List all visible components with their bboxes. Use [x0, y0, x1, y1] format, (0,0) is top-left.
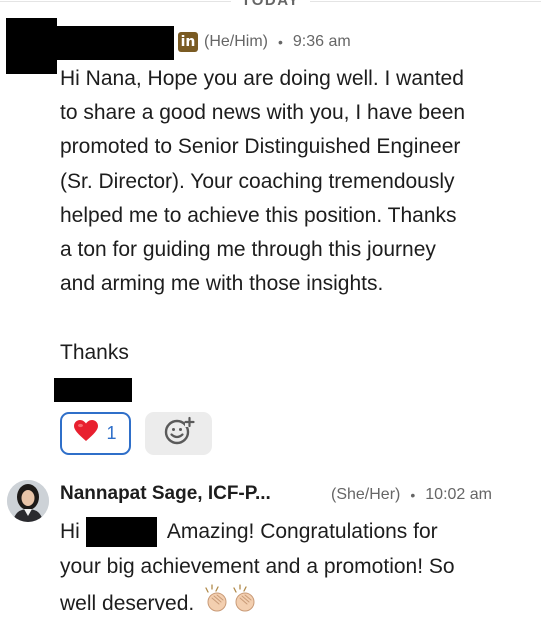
message-line: (Sr. Director). Your coaching tremendous… [60, 169, 455, 193]
reply-line: Hi Amazing! Congratulations for [60, 514, 530, 549]
reply-line-text: Amazing! Congratulations for [166, 520, 438, 543]
day-divider: TODAY [0, 0, 541, 9]
linkedin-icon: in [178, 32, 198, 52]
separator-dot: • [278, 34, 283, 50]
sender-pronouns: (He/Him) [204, 33, 268, 50]
message-line: to share a good news with you, I have be… [60, 101, 466, 125]
message-closing: Thanks [60, 341, 129, 364]
message-body: Hi Nana, Hope you are doing well. I want… [60, 62, 530, 301]
avatar[interactable] [7, 480, 49, 522]
message-line: promoted to Senior Distinguished Enginee… [60, 135, 461, 159]
reply-line: your big achievement and a promotion! So [60, 555, 455, 578]
heart-reaction-button[interactable]: 1 [60, 412, 131, 455]
redacted-recipient-name [85, 516, 157, 547]
reply-meta: (She/Her) • 10:02 am [331, 486, 492, 504]
heart-icon [74, 420, 99, 447]
reply-pronouns: (She/Her) [331, 486, 401, 503]
reply-line-text: well deserved. [60, 592, 195, 616]
reaction-count: 1 [106, 423, 117, 443]
redacted-signature [54, 378, 132, 402]
separator-dot: • [410, 487, 416, 503]
message-header: in (He/Him) • 9:36 am [178, 31, 351, 53]
reply-sender-name[interactable]: Nannapat Sage, ICF-P... [60, 483, 271, 505]
redacted-sender-name [6, 18, 57, 74]
message-line: Hi Nana, Hope you are doing well. I want… [60, 67, 464, 90]
message-time: 9:36 am [292, 33, 351, 50]
message-line: and arming me with those insights. [60, 272, 384, 296]
reply-time: 10:02 am [425, 486, 492, 503]
reply-body: Hi Amazing! Congratulations for your big… [60, 514, 530, 625]
reply-greeting: Hi [60, 520, 80, 543]
message-line: helped me to achieve this position. Than… [60, 203, 457, 227]
add-reaction-button[interactable] [145, 412, 212, 455]
message-line: a ton for guiding me through this journe… [60, 238, 436, 262]
redacted-sender-name-bar [57, 26, 174, 60]
add-reaction-icon [163, 416, 195, 451]
